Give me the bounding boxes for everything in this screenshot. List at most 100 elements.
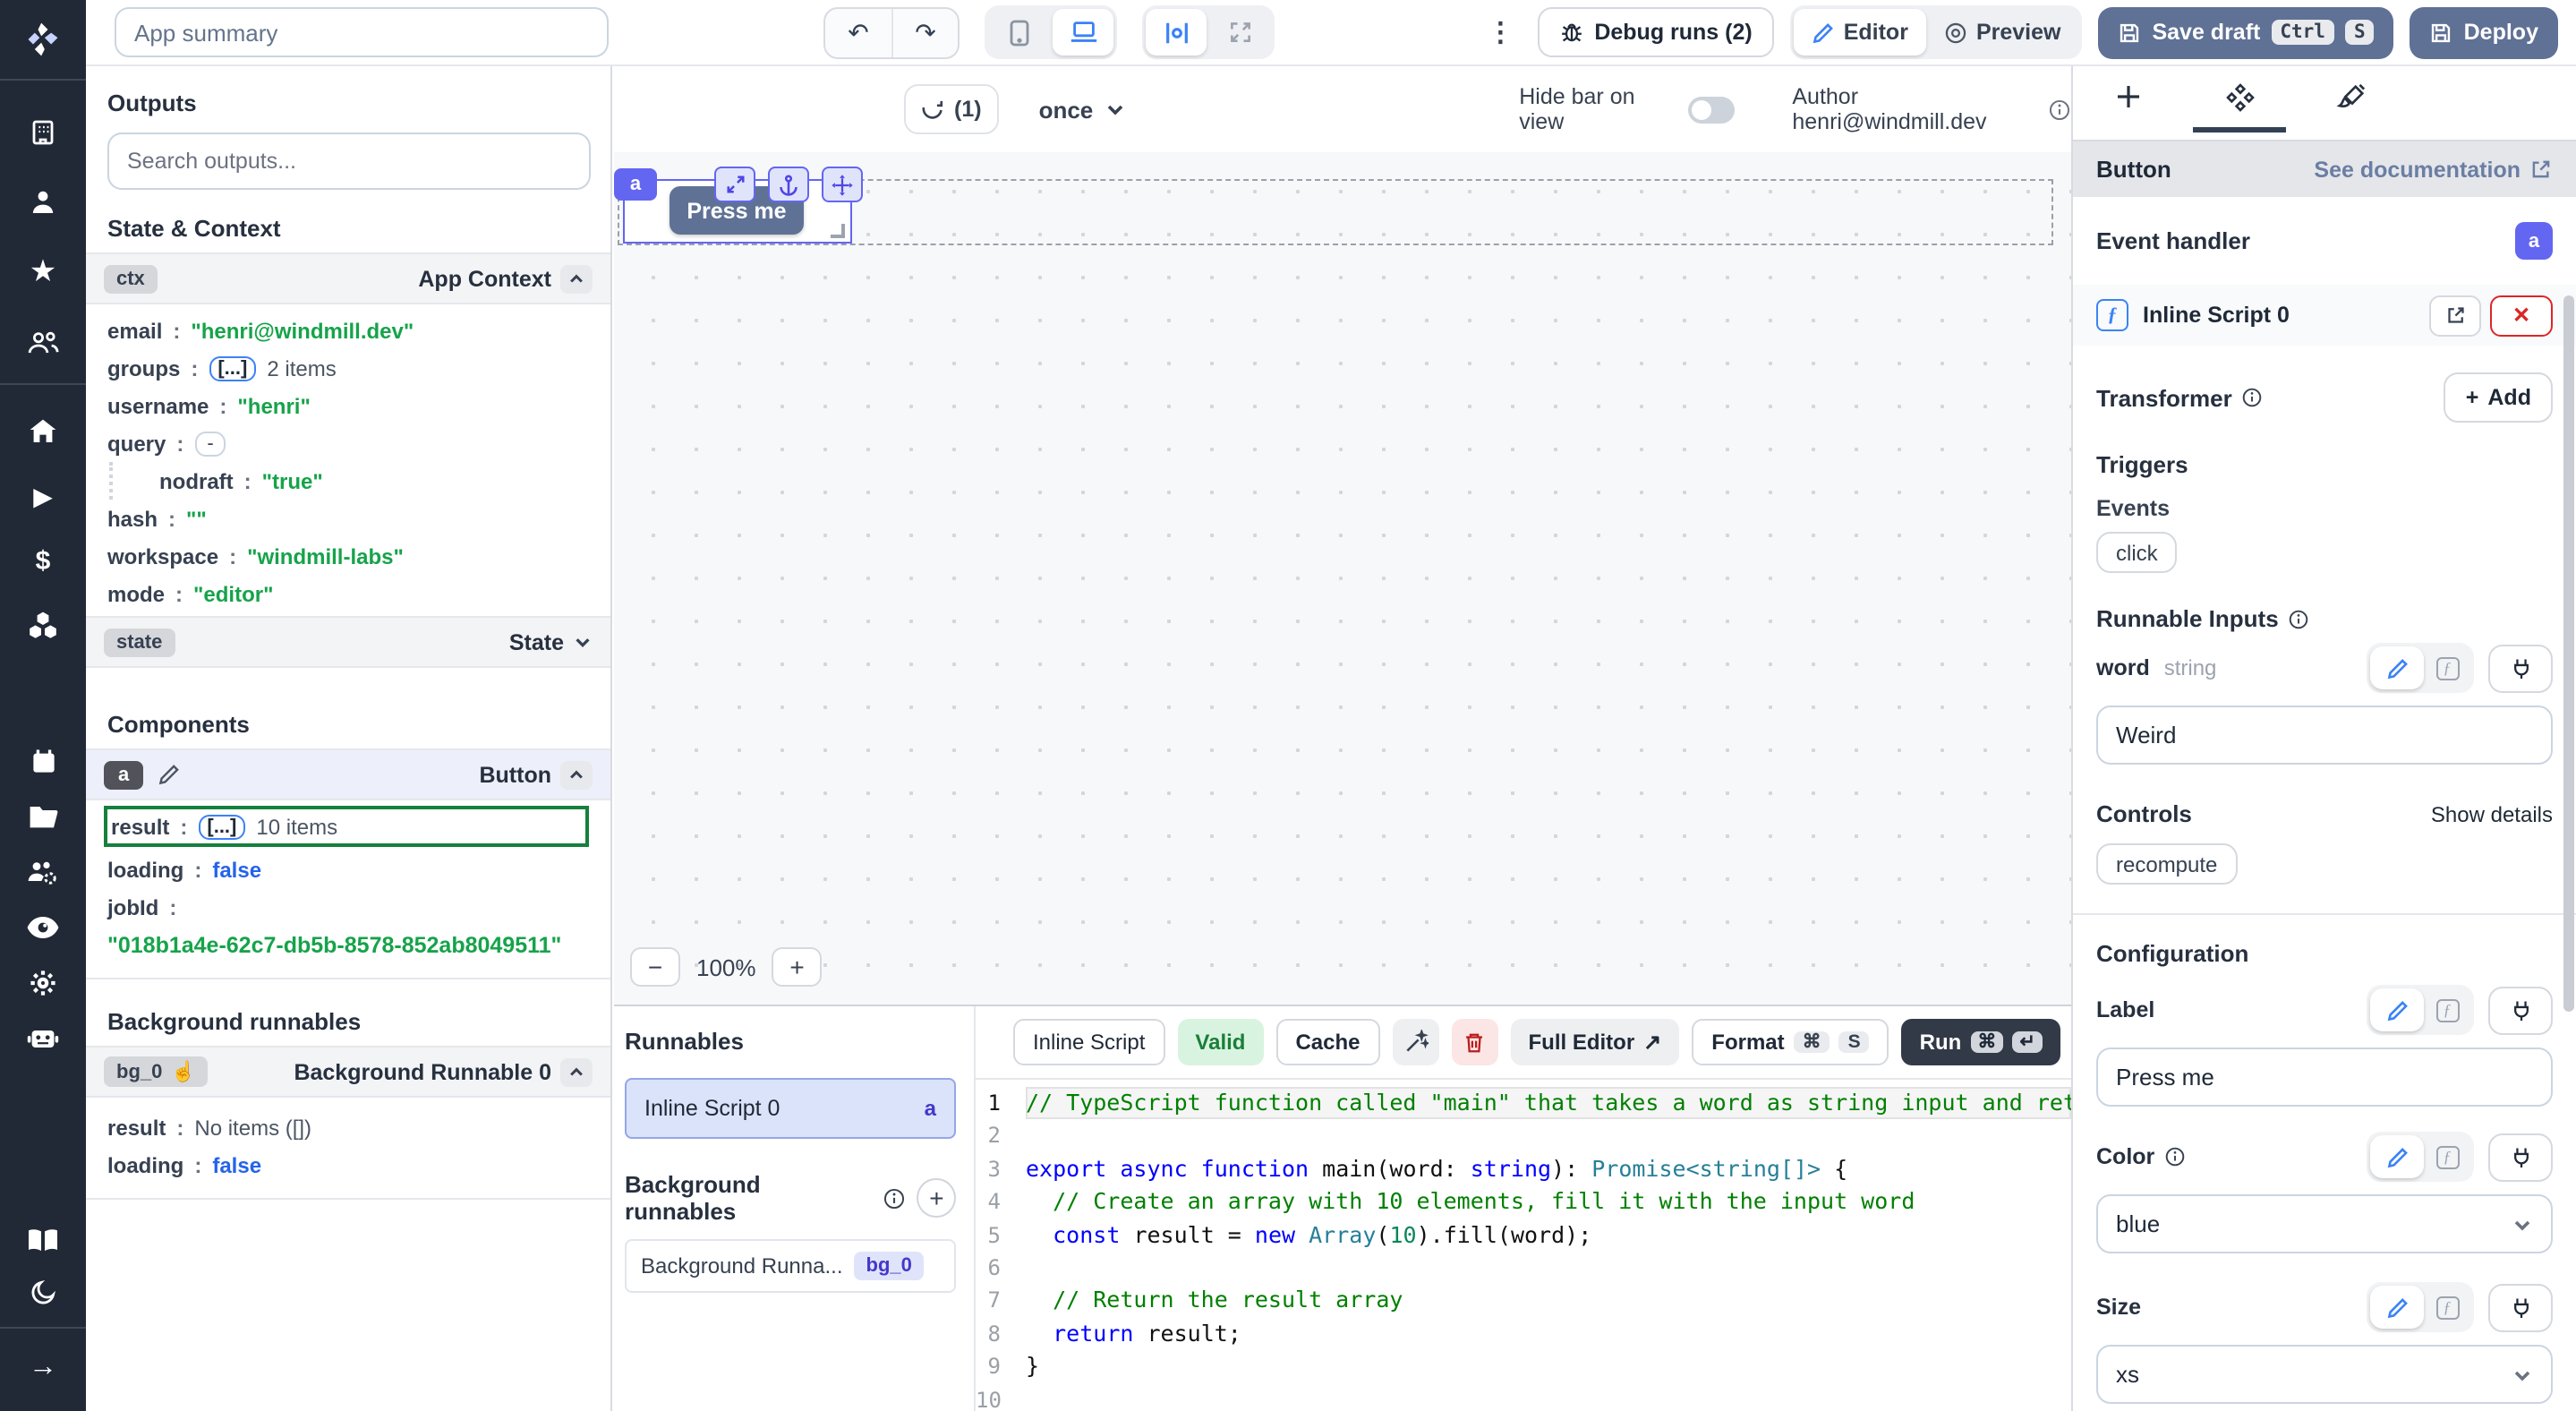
mobile-view-button[interactable] xyxy=(988,9,1049,56)
zoom-in-button[interactable]: + xyxy=(772,947,823,987)
code-line[interactable]: 9} xyxy=(976,1350,2071,1383)
connect-plug-icon[interactable] xyxy=(2488,986,2553,1034)
styling-tab[interactable] xyxy=(2295,82,2406,132)
schedule-dropdown[interactable]: once xyxy=(1039,96,1126,123)
remove-script-button[interactable]: ✕ xyxy=(2490,295,2553,336)
move-icon[interactable] xyxy=(822,167,863,202)
home-icon[interactable] xyxy=(0,414,86,449)
cubes-icon[interactable] xyxy=(0,607,86,643)
cache-button[interactable]: Cache xyxy=(1275,1019,1379,1065)
user-group-icon[interactable] xyxy=(0,324,86,360)
expand-component-icon[interactable] xyxy=(714,167,755,202)
click-event-pill[interactable]: click xyxy=(2096,532,2178,573)
moon-icon[interactable] xyxy=(0,1273,86,1309)
code-line[interactable]: 10 xyxy=(976,1383,2071,1411)
component-settings-tab[interactable] xyxy=(2184,82,2295,132)
preview-tab[interactable]: Preview xyxy=(1926,9,2079,56)
chevron-up-icon[interactable] xyxy=(560,264,593,293)
bg-runnable-row[interactable]: bg_0☝ Background Runnable 0 xyxy=(86,1046,610,1098)
label-value-input[interactable] xyxy=(2096,1048,2553,1107)
event-script-row[interactable]: ƒ Inline Script 0 ✕ xyxy=(2073,285,2576,346)
anchor-icon[interactable] xyxy=(768,167,809,202)
code-line[interactable]: 6 xyxy=(976,1252,2071,1285)
building-icon[interactable] xyxy=(0,115,86,150)
info-icon[interactable] xyxy=(883,1186,907,1210)
state-section-row[interactable]: state State xyxy=(86,616,610,668)
eye-icon[interactable] xyxy=(0,910,86,945)
save-draft-button[interactable]: Save draft Ctrl S xyxy=(2098,6,2393,58)
word-value-input[interactable] xyxy=(2096,706,2553,765)
search-outputs-input[interactable] xyxy=(107,133,591,190)
component-id-badge[interactable]: a xyxy=(614,168,657,201)
play-icon[interactable]: ▶ xyxy=(0,478,86,514)
code-line[interactable]: 2 xyxy=(976,1120,2071,1153)
desktop-view-button[interactable] xyxy=(1053,9,1113,56)
static-mode-pencil-icon[interactable] xyxy=(2370,646,2424,689)
open-script-button[interactable] xyxy=(2429,295,2481,336)
expression-mode-icon[interactable]: ƒ xyxy=(2424,1135,2470,1178)
code-line[interactable]: 3export async function main(word: string… xyxy=(976,1153,2071,1186)
insert-component-tab[interactable] xyxy=(2073,82,2184,130)
chevron-up-icon[interactable] xyxy=(560,1057,593,1086)
settings-gear-icon[interactable] xyxy=(0,965,86,1001)
code-line[interactable]: 7 // Return the result array xyxy=(976,1285,2071,1318)
color-select[interactable]: blue xyxy=(2096,1194,2553,1253)
connect-plug-icon[interactable] xyxy=(2488,1133,2553,1181)
delete-script-button[interactable] xyxy=(1452,1019,1498,1065)
undo-button[interactable]: ↶ xyxy=(825,8,891,56)
ctx-section-row[interactable]: ctx App Context xyxy=(86,252,610,304)
component-a-row[interactable]: a Button xyxy=(86,748,610,800)
run-button[interactable]: Run ⌘ ↵ xyxy=(1902,1019,2060,1065)
calendar-icon[interactable] xyxy=(0,743,86,779)
full-editor-button[interactable]: Full Editor↗ xyxy=(1511,1019,1680,1065)
connect-plug-icon[interactable] xyxy=(2488,644,2553,692)
connect-plug-icon[interactable] xyxy=(2488,1283,2553,1331)
windmill-logo-icon[interactable] xyxy=(0,0,86,79)
ai-wand-button[interactable] xyxy=(1393,1019,1439,1065)
fullscreen-layout-button[interactable] xyxy=(1210,9,1271,56)
chevron-up-icon[interactable] xyxy=(560,760,593,789)
app-summary-input[interactable] xyxy=(115,7,609,57)
runnable-item-inline-script-0[interactable]: Inline Script 0 a xyxy=(625,1078,956,1139)
user-icon[interactable] xyxy=(0,184,86,220)
hide-bar-toggle[interactable] xyxy=(1688,96,1735,123)
static-mode-pencil-icon[interactable] xyxy=(2370,1286,2424,1329)
see-documentation-link[interactable]: See documentation xyxy=(2314,157,2553,182)
component-result-row[interactable]: result: [...] 10 items xyxy=(104,806,589,847)
collapse-arrow-icon[interactable]: → xyxy=(0,1350,86,1386)
language-button[interactable]: Inline Script xyxy=(1013,1019,1164,1065)
code-lines[interactable]: 1// TypeScript function called "main" th… xyxy=(976,1078,2071,1411)
code-line[interactable]: 4 // Create an array with 10 elements, f… xyxy=(976,1185,2071,1219)
info-icon[interactable] xyxy=(2288,608,2309,629)
editor-tab[interactable]: Editor xyxy=(1794,9,1926,56)
book-icon[interactable] xyxy=(0,1223,86,1259)
add-bg-runnable-button[interactable]: + xyxy=(917,1178,956,1218)
expand-object-badge[interactable]: - xyxy=(194,431,226,456)
scrollbar-thumb[interactable] xyxy=(2563,295,2574,1012)
star-icon[interactable]: ★ xyxy=(0,254,86,290)
expression-mode-icon[interactable]: ƒ xyxy=(2424,988,2470,1031)
app-canvas-grid[interactable]: Press me a − 100% + xyxy=(614,152,2071,1005)
code-line[interactable]: 1// TypeScript function called "main" th… xyxy=(976,1087,2071,1120)
rename-pencil-icon[interactable] xyxy=(158,763,181,786)
deploy-button[interactable]: Deploy xyxy=(2410,6,2558,58)
robot-icon[interactable] xyxy=(0,1021,86,1056)
resize-handle-icon[interactable] xyxy=(831,224,845,238)
expand-array-badge[interactable]: [...] xyxy=(209,355,256,381)
dollar-icon[interactable]: $ xyxy=(0,543,86,578)
info-icon[interactable] xyxy=(2241,387,2263,408)
format-button[interactable]: Format ⌘ S xyxy=(1692,1019,1889,1065)
more-menu-icon[interactable]: ⋮ xyxy=(1480,16,1521,48)
redo-button[interactable]: ↷ xyxy=(891,8,958,56)
bg-runnable-item[interactable]: Background Runna... bg_0 xyxy=(625,1239,956,1293)
info-icon[interactable] xyxy=(2048,98,2071,121)
static-mode-pencil-icon[interactable] xyxy=(2370,1135,2424,1178)
zoom-out-button[interactable]: − xyxy=(630,947,680,987)
add-transformer-button[interactable]: +Add xyxy=(2444,372,2553,423)
expand-array-badge[interactable]: [...] xyxy=(198,814,245,839)
debug-runs-button[interactable]: Debug runs (2) xyxy=(1537,7,1773,57)
recompute-pill[interactable]: recompute xyxy=(2096,843,2237,885)
refresh-button[interactable]: (1) xyxy=(904,84,1000,134)
show-details-link[interactable]: Show details xyxy=(2431,801,2553,826)
user-cog-icon[interactable] xyxy=(0,854,86,890)
